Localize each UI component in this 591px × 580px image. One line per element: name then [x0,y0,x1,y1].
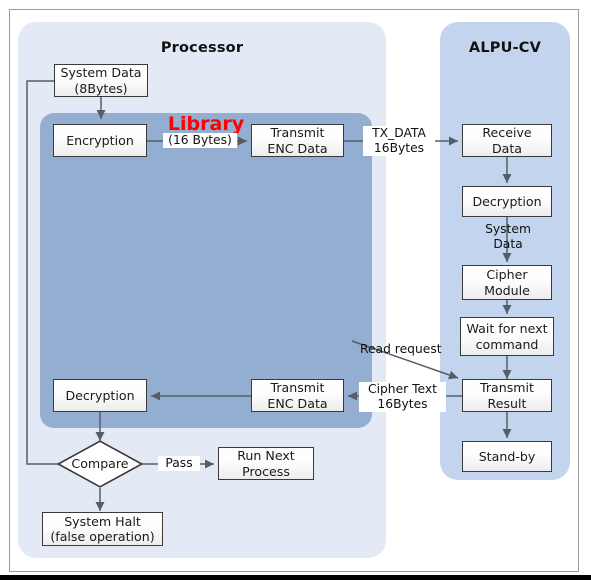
edge-label-read-request: Read request [360,342,442,356]
node-transmit-enc-data-top[interactable]: Transmit ENC Data [251,124,344,157]
node-system-data[interactable]: System Data (8Bytes) [54,64,148,97]
node-cipher-module[interactable]: Cipher Module [462,265,552,300]
node-decryption-left[interactable]: Decryption [53,379,147,412]
node-transmit-result[interactable]: Transmit Result [462,379,552,412]
edge-label-cipher-text: Cipher Text 16Bytes [359,382,446,412]
node-system-halt[interactable]: System Halt (false operation) [42,512,163,546]
node-decryption-right[interactable]: Decryption [462,186,552,217]
node-encryption[interactable]: Encryption [53,124,147,157]
bottom-black-bar [0,575,591,580]
node-run-next-process[interactable]: Run Next Process [218,447,314,480]
node-wait-for-next-command[interactable]: Wait for next command [460,317,554,356]
edge-label-16-bytes: (16 Bytes) [163,133,237,148]
node-receive-data[interactable]: Receive Data [462,124,552,157]
node-compare-label: Compare [71,456,129,471]
panel-processor-title: Processor [160,40,244,56]
edge-label-system-data: System Data [485,222,531,251]
node-transmit-enc-data-bottom[interactable]: Transmit ENC Data [251,379,344,412]
edge-label-tx-data: TX_DATA 16Bytes [363,126,435,156]
edge-label-pass: Pass [158,456,200,471]
node-compare[interactable]: Compare [57,440,143,488]
diagram-canvas: Processor Library ALPU-CV System Data (8… [0,0,591,580]
panel-alpu-cv-title: ALPU-CV [468,40,542,56]
node-stand-by[interactable]: Stand-by [462,441,552,472]
